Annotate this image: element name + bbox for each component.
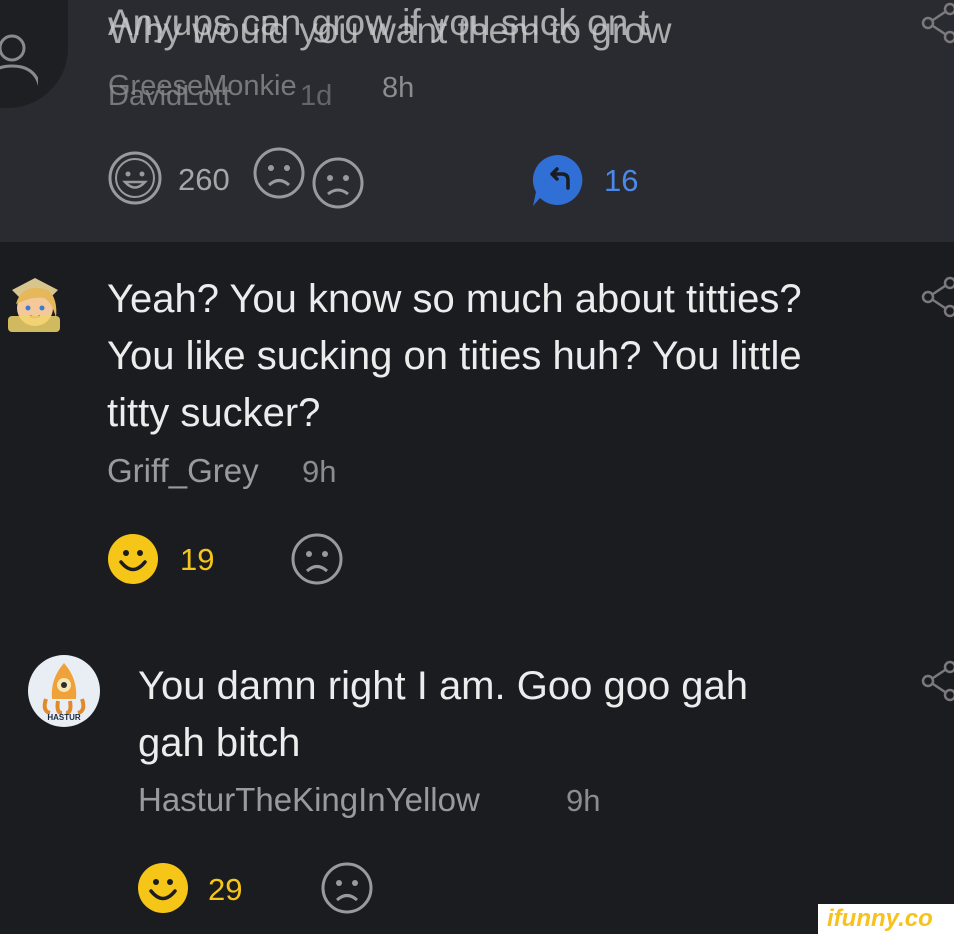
share-icon[interactable]	[920, 276, 954, 318]
reply-button[interactable]	[530, 152, 586, 213]
comment-text: Yeah? You know so much about titties? Yo…	[107, 277, 802, 435]
unsmile-icon[interactable]	[310, 155, 366, 211]
smile-count: 260	[178, 162, 230, 197]
avatar[interactable]	[0, 0, 68, 108]
smile-count: 29	[208, 872, 243, 907]
reply-count: 16	[604, 163, 639, 198]
smile-icon[interactable]	[107, 533, 159, 585]
reply-icon	[532, 154, 583, 206]
avatar-label: HASTUR	[47, 713, 81, 722]
unsmile-icon[interactable]	[290, 532, 344, 586]
smile-count: 19	[180, 542, 215, 577]
unsmile-icon[interactable]	[252, 146, 306, 200]
comment-age-overlap: 1d	[300, 80, 333, 112]
unsmile-icon[interactable]	[320, 861, 374, 915]
avatar[interactable]: HASTUR	[28, 655, 100, 727]
comment-text-overlap: Why would you want them to grow	[108, 10, 672, 51]
comment-author[interactable]: Griff_Grey	[107, 452, 259, 490]
comment-author[interactable]: HasturTheKingInYellow	[138, 781, 480, 819]
smile-icon[interactable]	[137, 862, 189, 914]
comment-age: 8h	[382, 72, 415, 104]
avatar[interactable]	[2, 272, 68, 342]
comment-text: You damn right I am. Goo goo gah gah bit…	[138, 664, 749, 765]
share-icon[interactable]	[920, 2, 954, 44]
smile-icon[interactable]	[107, 150, 163, 206]
parent-comment: Anyups can grow if you suck on t Why wou…	[0, 0, 954, 242]
comment-age: 9h	[302, 454, 337, 489]
share-icon[interactable]	[920, 660, 954, 702]
watermark: ifunny.co	[818, 904, 954, 934]
comment-author-overlap[interactable]: DavidLott	[108, 80, 231, 113]
user-icon	[0, 34, 38, 87]
comment-age: 9h	[566, 783, 601, 818]
watermark-text: ifunny.co	[827, 905, 933, 932]
